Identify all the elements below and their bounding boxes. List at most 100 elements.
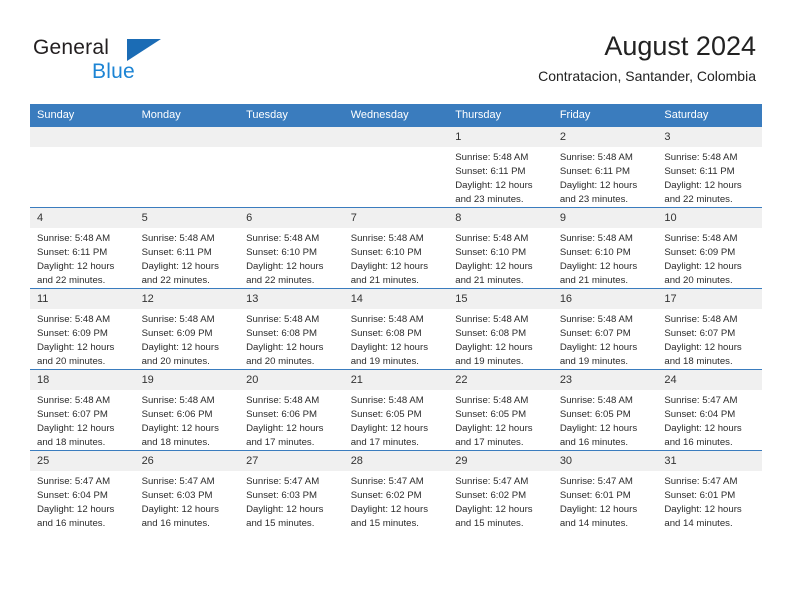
- calendar-day-cell[interactable]: 16 Sunrise: 5:48 AM Sunset: 6:07 PM Dayligh…: [552, 288, 658, 370]
- calendar-day-cell[interactable]: 13 Sunrise: 5:48 AM Sunset: 6:08 PM Dayligh…: [239, 288, 344, 370]
- daylight-text-line2: and 18 minutes.: [37, 437, 106, 448]
- day-details: Sunrise: 5:48 AM Sunset: 6:10 PM Daylight:…: [344, 228, 449, 288]
- sunrise-text: Sunrise: 5:48 AM: [350, 233, 424, 244]
- sunset-text: Sunset: 6:11 PM: [664, 166, 735, 177]
- sunset-text: Sunset: 6:10 PM: [455, 247, 527, 258]
- daylight-text-line1: Daylight: 12 hours: [559, 180, 638, 191]
- sunrise-text: Sunrise: 5:47 AM: [141, 476, 215, 487]
- daylight-text-line2: and 18 minutes.: [664, 356, 733, 367]
- daylight-text-line2: and 21 minutes.: [559, 275, 629, 286]
- sunset-text: Sunset: 6:05 PM: [559, 409, 631, 420]
- day-number: 24: [657, 370, 762, 390]
- calendar-cell-empty: [30, 126, 135, 208]
- day-number: 12: [134, 289, 240, 309]
- page-header: General Blue August 2024 Contratacion, S…: [0, 0, 792, 100]
- calendar-day-cell[interactable]: 12 Sunrise: 5:48 AM Sunset: 6:09 PM Dayligh…: [134, 288, 240, 370]
- calendar-day-cell[interactable]: 23 Sunrise: 5:48 AM Sunset: 6:05 PM Dayligh…: [552, 369, 658, 451]
- calendar-cell-empty: [134, 126, 240, 208]
- calendar-day-cell[interactable]: 10 Sunrise: 5:48 AM Sunset: 6:09 PM Dayligh…: [657, 207, 762, 289]
- calendar-day-cell[interactable]: 25 Sunrise: 5:47 AM Sunset: 6:04 PM Dayligh…: [30, 450, 135, 531]
- logo-triangle-icon: [127, 39, 161, 61]
- daylight-text-line1: Daylight: 12 hours: [455, 342, 533, 353]
- calendar-day-cell[interactable]: 31 Sunrise: 5:47 AM Sunset: 6:01 PM Dayligh…: [657, 450, 762, 531]
- day-number: 29: [448, 451, 553, 471]
- day-details: Sunrise: 5:48 AM Sunset: 6:11 PM Daylight:…: [553, 147, 658, 207]
- sunset-text: Sunset: 6:05 PM: [350, 409, 422, 420]
- calendar-day-cell[interactable]: 28 Sunrise: 5:47 AM Sunset: 6:02 PM Dayligh…: [343, 450, 449, 531]
- daylight-text-line1: Daylight: 12 hours: [664, 423, 742, 434]
- calendar-day-cell[interactable]: 29 Sunrise: 5:47 AM Sunset: 6:02 PM Dayligh…: [448, 450, 553, 531]
- daylight-text-line2: and 22 minutes.: [141, 275, 210, 286]
- sunrise-text: Sunrise: 5:48 AM: [246, 395, 320, 406]
- calendar-day-cell[interactable]: 14 Sunrise: 5:48 AM Sunset: 6:08 PM Dayligh…: [343, 288, 449, 370]
- daylight-text-line1: Daylight: 12 hours: [664, 180, 742, 191]
- day-details: Sunrise: 5:48 AM Sunset: 6:07 PM Daylight:…: [657, 309, 762, 369]
- daylight-text-line2: and 18 minutes.: [141, 437, 210, 448]
- calendar-day-cell[interactable]: 19 Sunrise: 5:48 AM Sunset: 6:06 PM Dayligh…: [134, 369, 240, 451]
- weekday-header-sunday: Sunday: [30, 104, 135, 127]
- day-details: Sunrise: 5:48 AM Sunset: 6:10 PM Daylight:…: [448, 228, 553, 288]
- daylight-text-line1: Daylight: 12 hours: [559, 342, 638, 353]
- day-number: 30: [552, 451, 658, 471]
- calendar-day-cell[interactable]: 15 Sunrise: 5:48 AM Sunset: 6:08 PM Dayligh…: [448, 288, 553, 370]
- calendar-day-cell[interactable]: 24 Sunrise: 5:47 AM Sunset: 6:04 PM Dayligh…: [657, 369, 762, 451]
- daylight-text-line2: and 16 minutes.: [664, 437, 733, 448]
- calendar-day-cell[interactable]: 22 Sunrise: 5:48 AM Sunset: 6:05 PM Dayligh…: [448, 369, 553, 451]
- calendar-day-cell[interactable]: 3 Sunrise: 5:48 AM Sunset: 6:11 PM Daylight…: [657, 126, 762, 208]
- daylight-text-line1: Daylight: 12 hours: [664, 504, 742, 515]
- daylight-text-line2: and 16 minutes.: [559, 437, 629, 448]
- calendar-day-cell[interactable]: 21 Sunrise: 5:48 AM Sunset: 6:05 PM Dayligh…: [343, 369, 449, 451]
- day-details: Sunrise: 5:48 AM Sunset: 6:09 PM Daylight:…: [135, 309, 240, 369]
- day-number: 4: [30, 208, 135, 228]
- logo-text-blue: Blue: [92, 60, 135, 83]
- weekday-header-tuesday: Tuesday: [239, 104, 344, 127]
- sunrise-text: Sunrise: 5:48 AM: [455, 233, 529, 244]
- general-blue-logo[interactable]: General Blue: [33, 36, 173, 88]
- calendar-day-cell[interactable]: 7 Sunrise: 5:48 AM Sunset: 6:10 PM Daylight…: [343, 207, 449, 289]
- calendar-day-cell[interactable]: 18 Sunrise: 5:48 AM Sunset: 6:07 PM Dayligh…: [30, 369, 135, 451]
- day-details: Sunrise: 5:48 AM Sunset: 6:10 PM Daylight:…: [553, 228, 658, 288]
- daylight-text-line2: and 22 minutes.: [37, 275, 106, 286]
- day-details: Sunrise: 5:48 AM Sunset: 6:08 PM Daylight:…: [239, 309, 344, 369]
- calendar-day-cell[interactable]: 17 Sunrise: 5:48 AM Sunset: 6:07 PM Dayligh…: [657, 288, 762, 370]
- calendar-day-cell[interactable]: 4 Sunrise: 5:48 AM Sunset: 6:11 PM Daylight…: [30, 207, 135, 289]
- calendar-day-cell[interactable]: 6 Sunrise: 5:48 AM Sunset: 6:10 PM Daylight…: [239, 207, 344, 289]
- calendar-day-cell[interactable]: 8 Sunrise: 5:48 AM Sunset: 6:10 PM Daylight…: [448, 207, 553, 289]
- daylight-text-line1: Daylight: 12 hours: [141, 423, 219, 434]
- calendar-day-cell[interactable]: 30 Sunrise: 5:47 AM Sunset: 6:01 PM Dayligh…: [552, 450, 658, 531]
- sunrise-text: Sunrise: 5:48 AM: [350, 395, 424, 406]
- day-number: 5: [134, 208, 240, 228]
- calendar-day-cell[interactable]: 27 Sunrise: 5:47 AM Sunset: 6:03 PM Dayligh…: [239, 450, 344, 531]
- daylight-text-line1: Daylight: 12 hours: [559, 504, 638, 515]
- logo-text-general: General: [33, 36, 110, 59]
- sunset-text: Sunset: 6:04 PM: [664, 409, 736, 420]
- weekday-header-saturday: Saturday: [657, 104, 762, 127]
- sunrise-text: Sunrise: 5:48 AM: [455, 152, 529, 163]
- day-number: 2: [552, 127, 658, 147]
- daylight-text-line1: Daylight: 12 hours: [455, 423, 533, 434]
- daylight-text-line2: and 20 minutes.: [664, 275, 733, 286]
- day-details: Sunrise: 5:48 AM Sunset: 6:08 PM Daylight:…: [448, 309, 553, 369]
- sunset-text: Sunset: 6:10 PM: [559, 247, 631, 258]
- sunset-text: Sunset: 6:08 PM: [246, 328, 318, 339]
- calendar-day-cell[interactable]: 26 Sunrise: 5:47 AM Sunset: 6:03 PM Dayligh…: [134, 450, 240, 531]
- calendar-day-cell[interactable]: 1 Sunrise: 5:48 AM Sunset: 6:11 PM Daylight…: [448, 126, 553, 208]
- daylight-text-line1: Daylight: 12 hours: [37, 504, 115, 515]
- daylight-text-line2: and 17 minutes.: [455, 437, 524, 448]
- day-details: Sunrise: 5:48 AM Sunset: 6:09 PM Daylight:…: [30, 309, 135, 369]
- daylight-text-line1: Daylight: 12 hours: [664, 342, 742, 353]
- calendar-day-cell[interactable]: 20 Sunrise: 5:48 AM Sunset: 6:06 PM Dayligh…: [239, 369, 344, 451]
- daylight-text-line2: and 22 minutes.: [246, 275, 315, 286]
- calendar-day-cell[interactable]: 2 Sunrise: 5:48 AM Sunset: 6:11 PM Daylight…: [552, 126, 658, 208]
- sunset-text: Sunset: 6:11 PM: [455, 166, 526, 177]
- daylight-text-line1: Daylight: 12 hours: [246, 342, 324, 353]
- daylight-text-line1: Daylight: 12 hours: [455, 261, 533, 272]
- calendar-day-cell[interactable]: 5 Sunrise: 5:48 AM Sunset: 6:11 PM Daylight…: [134, 207, 240, 289]
- day-number: [239, 127, 344, 147]
- sunset-text: Sunset: 6:08 PM: [455, 328, 527, 339]
- day-number: 9: [552, 208, 658, 228]
- daylight-text-line2: and 19 minutes.: [559, 356, 629, 367]
- calendar-day-cell[interactable]: 11 Sunrise: 5:48 AM Sunset: 6:09 PM Dayligh…: [30, 288, 135, 370]
- calendar-day-cell[interactable]: 9 Sunrise: 5:48 AM Sunset: 6:10 PM Daylight…: [552, 207, 658, 289]
- sunrise-text: Sunrise: 5:48 AM: [246, 233, 320, 244]
